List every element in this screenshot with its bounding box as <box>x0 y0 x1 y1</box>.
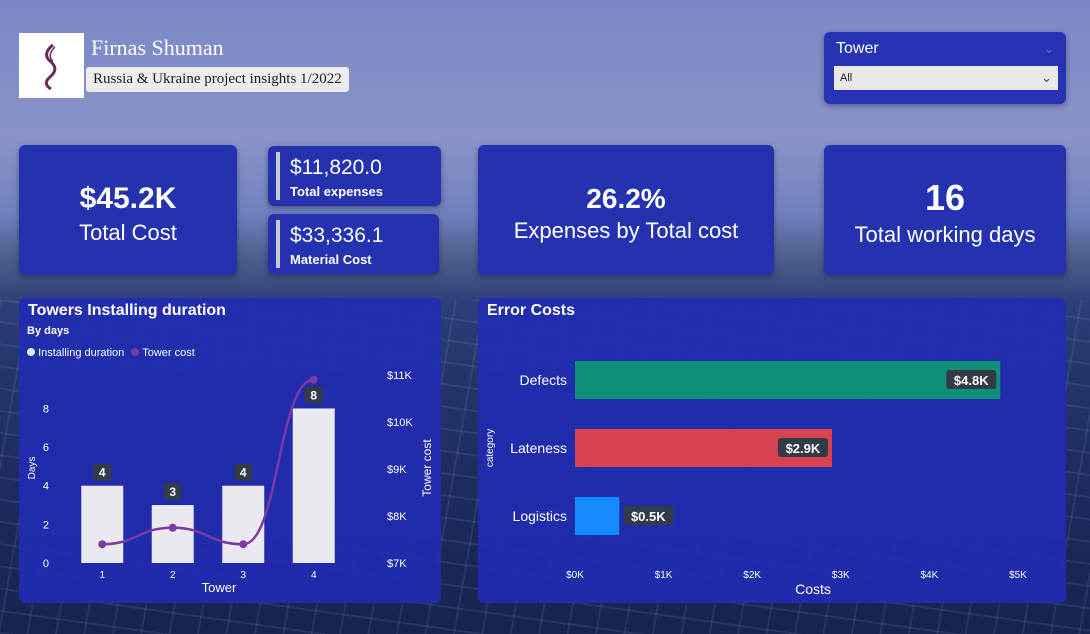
y-tick-label: 8 <box>43 403 49 415</box>
data-label: 4 <box>99 466 106 480</box>
error-costs-chart: $0K $1K $2K $3K $4K $5K Defects $4.8K Lateness $2… <box>485 361 1027 597</box>
towers-chart: 0 2 4 6 8 $7K $8K $9K $10K $11K 4 1 3 2 4 3 8 4 Tower Days T… <box>27 370 434 595</box>
expenses-ratio-value: 26.2% <box>586 183 666 214</box>
y-axis-label: Days <box>27 457 38 480</box>
y-tick-label: 2 <box>43 519 49 531</box>
tower-cost-line <box>102 378 315 546</box>
x-tick-label: $4K <box>921 570 939 581</box>
category-label: Lateness <box>510 440 567 456</box>
chevron-down-icon[interactable]: ⌄ <box>1044 42 1054 56</box>
data-label: $4.8K <box>954 373 989 388</box>
tower-cost-point <box>98 540 107 549</box>
category-label: Logistics <box>513 508 567 524</box>
total-cost-value: $45.2K <box>79 182 177 215</box>
bar <box>575 361 1001 399</box>
slicer-title: Tower <box>836 40 879 57</box>
y-tick-label: 4 <box>43 481 49 493</box>
towers-duration-panel: Towers Installing duration By days Insta… <box>19 298 441 603</box>
chevron-down-icon[interactable]: ⌄ <box>1041 66 1052 90</box>
dropdown-value: All <box>840 72 853 84</box>
y2-tick-label: $9K <box>387 464 407 476</box>
y2-tick-label: $7K <box>387 558 407 570</box>
y2-tick-label: $11K <box>387 370 413 382</box>
working-days-value: 16 <box>924 177 966 218</box>
logo-icon <box>44 43 57 91</box>
total-expenses-label: Total expenses <box>290 184 383 199</box>
total-cost-label: Total Cost <box>79 220 177 245</box>
bar <box>81 485 124 563</box>
material-cost-value: $33,336.1 <box>290 224 384 247</box>
y2-tick-label: $8K <box>387 511 407 523</box>
y2-tick-label: $10K <box>387 417 413 429</box>
y-axis-label: category <box>485 429 496 467</box>
x-tick-label: 3 <box>240 570 246 581</box>
x-tick-label: $0K <box>566 570 584 581</box>
x-axis-label: Tower <box>202 580 237 595</box>
bar <box>151 505 194 563</box>
x-tick-label: $5K <box>1009 570 1027 581</box>
working-days-label: Total working days <box>854 222 1036 247</box>
y-tick-label: 6 <box>43 442 49 454</box>
accent-bar <box>276 220 280 268</box>
tower-cost-point <box>309 375 318 384</box>
x-tick-label: $1K <box>655 570 673 581</box>
total-expenses-card: $11,820.0 Total expenses <box>268 146 441 206</box>
data-label: 8 <box>310 388 317 402</box>
bar <box>575 497 620 535</box>
data-label: 3 <box>169 485 176 499</box>
tower-cost-point <box>239 540 248 549</box>
x-axis-label: Costs <box>795 581 831 597</box>
y-tick-label: 0 <box>43 558 49 570</box>
bar <box>292 408 335 563</box>
working-days-card: 16 Total working days <box>824 145 1066 275</box>
bar <box>222 485 265 563</box>
material-cost-label: Material Cost <box>290 252 372 267</box>
data-label: $0.5K <box>631 509 666 524</box>
x-tick-label: 1 <box>99 570 105 581</box>
accent-bar <box>276 152 280 200</box>
x-tick-label: 2 <box>170 570 176 581</box>
logo <box>19 33 84 98</box>
data-label: 4 <box>240 466 247 480</box>
total-expenses-value: $11,820.0 <box>290 156 382 179</box>
category-label: Defects <box>520 372 567 388</box>
error-costs-panel: Error Costs $0K $1K $2K $3K $4K $5K Defects $4.… <box>478 298 1066 603</box>
y2-axis-label: Tower cost <box>420 439 434 497</box>
expenses-ratio-card: 26.2% Expenses by Total cost <box>478 145 774 275</box>
x-tick-label: 4 <box>311 570 317 581</box>
tower-cost-point <box>168 523 177 532</box>
page-subtitle: Russia & Ukraine project insights 1/2022 <box>86 67 349 92</box>
page-title: Firnas Shuman <box>91 35 224 60</box>
expenses-ratio-label: Expenses by Total cost <box>513 218 739 243</box>
x-tick-label: $3K <box>832 570 850 581</box>
tower-dropdown[interactable]: All ⌄ <box>834 66 1058 90</box>
tower-slicer[interactable]: Tower ⌄ All ⌄ <box>824 32 1066 104</box>
material-cost-card: $33,336.1 Material Cost <box>268 214 439 274</box>
total-cost-card: $45.2K Total Cost <box>19 145 237 275</box>
x-tick-label: $2K <box>743 570 761 581</box>
data-label: $2.9K <box>786 441 821 456</box>
